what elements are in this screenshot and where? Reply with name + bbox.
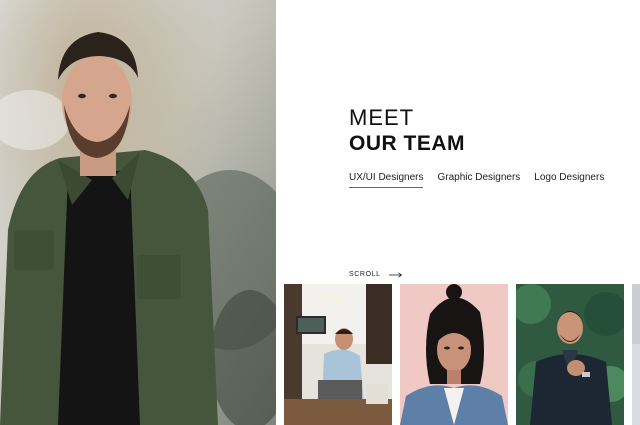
- hero-portrait-image: [0, 0, 276, 425]
- arrow-right-icon: [388, 271, 402, 278]
- scroll-label: SCROLL: [349, 271, 381, 278]
- team-card-4[interactable]: [632, 284, 640, 425]
- scroll-hint[interactable]: SCROLL: [349, 271, 403, 278]
- heading-our-team: OUR TEAM: [349, 132, 465, 155]
- tab-ux-ui-designers[interactable]: UX/UI Designers: [349, 172, 424, 188]
- team-cards: [284, 284, 640, 425]
- team-card-3[interactable]: [516, 284, 624, 425]
- designer-tabs: UX/UI Designers Graphic Designers Logo D…: [349, 172, 604, 188]
- tab-graphic-designers[interactable]: Graphic Designers: [437, 172, 520, 188]
- heading-meet: MEET: [349, 105, 415, 130]
- team-card-2[interactable]: [400, 284, 508, 425]
- team-heading: MEET OUR TEAM: [349, 106, 465, 156]
- team-card-1[interactable]: [284, 284, 392, 425]
- tab-logo-designers[interactable]: Logo Designers: [534, 172, 604, 188]
